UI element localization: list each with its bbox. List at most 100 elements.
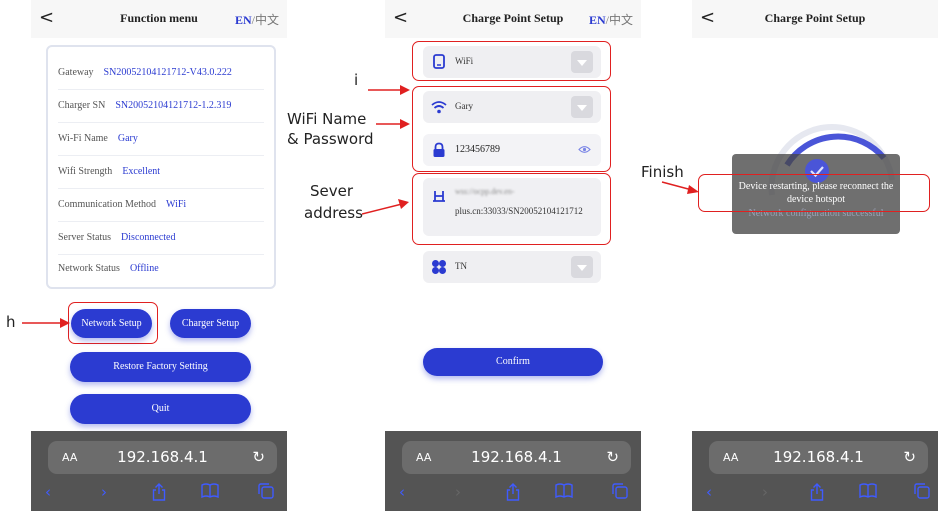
wifi-password-field[interactable]: 123456789 xyxy=(423,134,601,166)
bookmarks-icon[interactable] xyxy=(555,483,573,502)
bookmarks-icon[interactable] xyxy=(859,483,877,502)
device-info-card: Gateway SN20052104121712-V43.0.222 Charge… xyxy=(46,45,276,289)
dropdown-arrow-icon[interactable] xyxy=(571,51,593,73)
tabs-icon[interactable] xyxy=(612,483,628,503)
info-value: SN20052104121712-V43.0.222 xyxy=(103,67,232,78)
wifi-name-select[interactable]: Gary xyxy=(423,91,601,123)
annotation-label-server-line2: address xyxy=(304,204,363,222)
network-setup-button[interactable]: Network Setup xyxy=(71,309,152,338)
network-type-value: TN xyxy=(455,261,467,271)
info-row-charger-sn: Charger SN SN20052104121712-1.2.319 xyxy=(58,90,264,123)
wifi-icon xyxy=(431,101,447,114)
network-type-select[interactable]: TN xyxy=(423,251,601,283)
info-value: WiFi xyxy=(166,199,187,210)
restarting-screen: < Charge Point Setup Device restarting, … xyxy=(692,0,938,511)
charger-setup-button[interactable]: Charger Setup xyxy=(170,309,251,338)
lang-en[interactable]: EN xyxy=(589,13,606,27)
browser-nav: ‹ › xyxy=(692,483,938,505)
info-label: Gateway xyxy=(58,67,94,78)
language-switch[interactable]: EN/中文 xyxy=(589,11,633,28)
info-row-communication-method: Communication Method WiFi xyxy=(58,189,264,222)
reload-icon[interactable]: ↻ xyxy=(903,448,916,466)
lock-icon xyxy=(433,142,445,157)
info-value: Gary xyxy=(117,133,138,144)
back-icon[interactable]: ‹ xyxy=(45,483,51,501)
browser-nav: ‹ › xyxy=(385,483,641,505)
connection-mode-select[interactable]: WiFi xyxy=(423,46,601,78)
annotation-label-finish: Finish xyxy=(641,163,684,181)
forward-icon[interactable]: › xyxy=(101,483,107,501)
info-value: Offline xyxy=(129,263,159,274)
back-icon[interactable]: ‹ xyxy=(706,483,712,501)
info-row-wifi-strength: Wifi Strength Excellent xyxy=(58,156,264,189)
forward-icon[interactable]: › xyxy=(455,483,461,501)
annotation-label-wifi-line1: WiFi Name xyxy=(287,110,367,128)
back-icon[interactable]: ‹ xyxy=(399,483,405,501)
info-row-network-status: Network Status Offline xyxy=(58,253,264,285)
page-title: Charge Point Setup xyxy=(764,11,866,25)
restore-factory-setting-button[interactable]: Restore Factory Setting xyxy=(70,352,251,382)
dropdown-arrow-icon[interactable] xyxy=(571,96,593,118)
lang-en[interactable]: EN xyxy=(235,13,252,27)
share-icon[interactable] xyxy=(810,483,824,505)
reload-icon[interactable]: ↻ xyxy=(606,448,619,466)
annotation-highlight-finish xyxy=(698,174,930,212)
share-icon[interactable] xyxy=(506,483,520,505)
info-label: Charger SN xyxy=(58,100,106,111)
eye-icon[interactable] xyxy=(578,145,591,154)
bookmarks-icon[interactable] xyxy=(201,483,219,502)
info-row-server-status: Server Status Disconnected xyxy=(58,222,264,255)
dropdown-arrow-icon[interactable] xyxy=(571,256,593,278)
share-icon[interactable] xyxy=(152,483,166,505)
lang-zh[interactable]: 中文 xyxy=(609,13,633,27)
top-bar: < Charge Point Setup xyxy=(692,0,938,38)
browser-toolbar: AA 192.168.4.1 ↻ ‹ › xyxy=(692,431,938,511)
tabs-icon[interactable] xyxy=(258,483,274,503)
info-label: Network Status xyxy=(58,263,120,274)
top-bar: < Function menu EN/中文 xyxy=(31,0,287,38)
info-row-wifi-name: Wi-Fi Name Gary xyxy=(58,123,264,156)
quit-button[interactable]: Quit xyxy=(70,394,251,424)
annotation-arrow-i xyxy=(368,85,410,95)
info-label: Wi-Fi Name xyxy=(58,133,108,144)
wifi-name-value: Gary xyxy=(455,101,473,111)
browser-toolbar: AA 192.168.4.1 ↻ ‹ › xyxy=(385,431,641,511)
url-text[interactable]: 192.168.4.1 xyxy=(402,448,631,466)
annotation-label-h: h xyxy=(6,313,16,331)
server-icon xyxy=(433,191,445,202)
address-bar[interactable]: AA 192.168.4.1 ↻ xyxy=(48,441,277,474)
server-address-field[interactable]: wss://ocpp.dev.en- plus.cn:33033/SN20052… xyxy=(423,178,601,236)
confirm-button[interactable]: Confirm xyxy=(423,348,603,376)
server-address-line2: plus.cn:33033/SN20052104121712 xyxy=(455,206,583,216)
charge-point-setup-screen: < Charge Point Setup EN/中文 WiFi Gary 123… xyxy=(385,0,641,511)
fan-icon xyxy=(432,260,446,274)
info-label: Server Status xyxy=(58,232,112,243)
info-label: Communication Method xyxy=(58,199,157,210)
lang-zh[interactable]: 中文 xyxy=(255,13,279,27)
address-bar[interactable]: AA 192.168.4.1 ↻ xyxy=(709,441,928,474)
info-label: Wifi Strength xyxy=(58,166,113,177)
info-row-gateway: Gateway SN20052104121712-V43.0.222 xyxy=(58,57,264,90)
annotation-arrow-finish xyxy=(661,181,699,194)
annotation-arrow-h xyxy=(22,318,70,328)
reload-icon[interactable]: ↻ xyxy=(252,448,265,466)
connection-mode-value: WiFi xyxy=(455,56,474,66)
info-value: Excellent xyxy=(122,166,161,177)
annotation-arrow-wifi xyxy=(376,119,410,129)
annotation-label-server-line1: Sever xyxy=(310,182,354,200)
url-text[interactable]: 192.168.4.1 xyxy=(709,448,928,466)
language-switch[interactable]: EN/中文 xyxy=(235,11,279,28)
forward-icon[interactable]: › xyxy=(762,483,768,501)
annotation-arrow-server xyxy=(362,199,409,215)
info-value: SN20052104121712-1.2.319 xyxy=(115,100,232,111)
wifi-password-value: 123456789 xyxy=(455,144,500,155)
browser-toolbar: AA 192.168.4.1 ↻ ‹ › xyxy=(31,431,287,511)
tabs-icon[interactable] xyxy=(914,483,930,503)
url-text[interactable]: 192.168.4.1 xyxy=(48,448,277,466)
top-bar: < Charge Point Setup EN/中文 xyxy=(385,0,641,38)
info-value: Disconnected xyxy=(121,232,176,243)
annotation-label-i: i xyxy=(354,71,359,89)
function-menu-screen: < Function menu EN/中文 Gateway SN200521041… xyxy=(31,0,287,511)
address-bar[interactable]: AA 192.168.4.1 ↻ xyxy=(402,441,631,474)
device-icon xyxy=(433,54,445,69)
